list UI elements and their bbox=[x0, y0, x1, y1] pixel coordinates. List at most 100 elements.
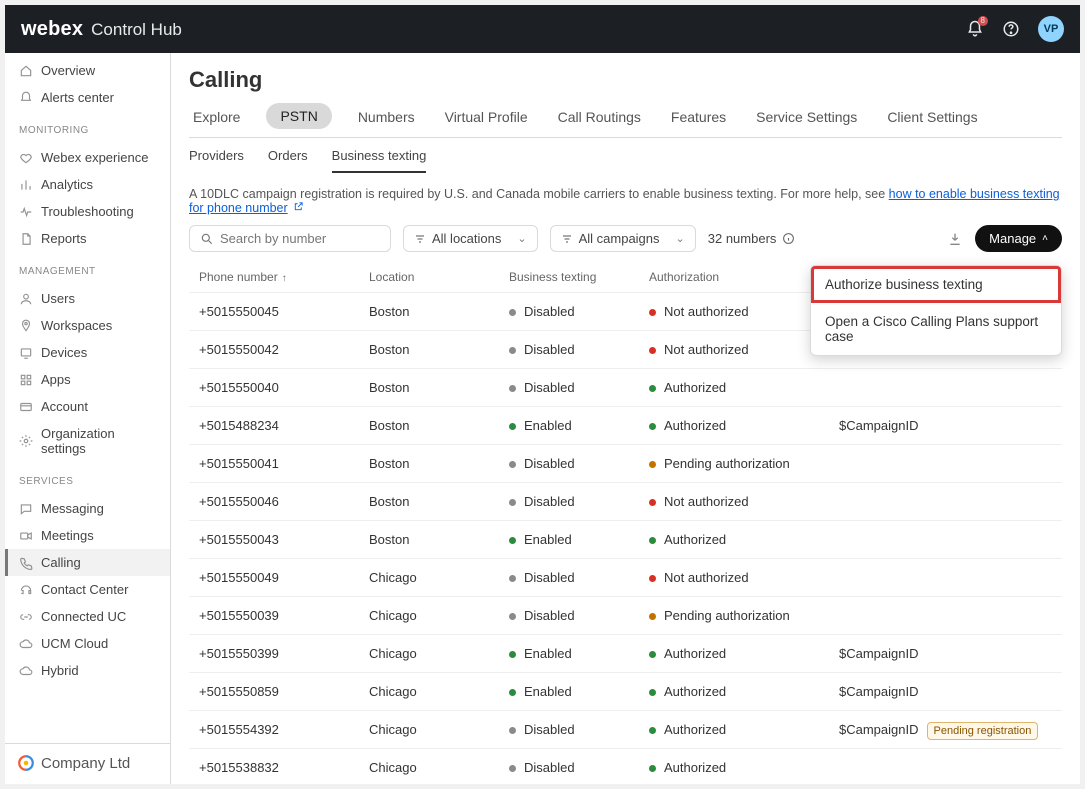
filter-locations[interactable]: All locations ⌄ bbox=[403, 225, 538, 252]
section-services: SERVICES bbox=[5, 466, 170, 491]
table-row[interactable]: +5015550049ChicagoDisabledNot authorized bbox=[189, 558, 1062, 596]
sidebar-item-analytics[interactable]: Analytics bbox=[5, 171, 170, 198]
heart-icon bbox=[19, 151, 33, 165]
cell-business-texting: Disabled bbox=[509, 722, 649, 737]
sidebar-item-troubleshooting[interactable]: Troubleshooting bbox=[5, 198, 170, 225]
status-dot bbox=[509, 385, 516, 392]
sidebar-item-reports[interactable]: Reports bbox=[5, 225, 170, 252]
cell-business-texting: Enabled bbox=[509, 418, 649, 433]
cell-phone: +5015550859 bbox=[199, 684, 369, 699]
cell-business-texting: Disabled bbox=[509, 342, 649, 357]
cell-business-texting: Disabled bbox=[509, 608, 649, 623]
status-dot bbox=[649, 385, 656, 392]
cell-authorization: Authorized bbox=[649, 760, 839, 775]
chat-icon bbox=[19, 502, 33, 516]
phone-icon bbox=[19, 556, 33, 570]
table-row[interactable]: +5015488234BostonEnabledAuthorized$Campa… bbox=[189, 406, 1062, 444]
sidebar-item-account[interactable]: Account bbox=[5, 393, 170, 420]
card-icon bbox=[19, 400, 33, 414]
device-icon bbox=[19, 346, 33, 360]
subtab-business-texting[interactable]: Business texting bbox=[332, 148, 427, 173]
table-row[interactable]: +5015550039ChicagoDisabledPending author… bbox=[189, 596, 1062, 634]
cell-campaign: $CampaignID bbox=[839, 646, 1039, 661]
section-monitoring: MONITORING bbox=[5, 115, 170, 140]
table-row[interactable]: +5015550399ChicagoEnabledAuthorized$Camp… bbox=[189, 634, 1062, 672]
sidebar-item-alerts-center[interactable]: Alerts center bbox=[5, 84, 170, 111]
tab-call-routings[interactable]: Call Routings bbox=[554, 101, 645, 137]
doc-icon bbox=[19, 232, 33, 246]
sidebar-item-organization-settings[interactable]: Organization settings bbox=[5, 420, 170, 462]
cell-campaign: $CampaignIDPending registration bbox=[839, 722, 1039, 737]
tab-explore[interactable]: Explore bbox=[189, 101, 244, 137]
dropdown-authorize[interactable]: Authorize business texting bbox=[811, 266, 1061, 303]
sidebar-item-contact-center[interactable]: Contact Center bbox=[5, 576, 170, 603]
cell-phone: +5015550049 bbox=[199, 570, 369, 585]
cell-authorization: Pending authorization bbox=[649, 608, 839, 623]
external-link-icon bbox=[293, 201, 304, 215]
sidebar-item-users[interactable]: Users bbox=[5, 285, 170, 312]
main-tabs: Explore PSTN Numbers Virtual Profile Call Ro… bbox=[189, 101, 1062, 138]
sidebar-item-webex-experience[interactable]: Webex experience bbox=[5, 144, 170, 171]
col-business-texting[interactable]: Business texting bbox=[509, 270, 649, 284]
filter-campaigns[interactable]: All campaigns ⌄ bbox=[550, 225, 696, 252]
top-bar: webex Control Hub 8 VP bbox=[5, 5, 1080, 53]
tab-pstn[interactable]: PSTN bbox=[266, 103, 331, 129]
table-row[interactable]: +5015550859ChicagoEnabledAuthorized$Camp… bbox=[189, 672, 1062, 710]
tab-client-settings[interactable]: Client Settings bbox=[883, 101, 981, 137]
bars-icon bbox=[19, 178, 33, 192]
dropdown-support-case[interactable]: Open a Cisco Calling Plans support case bbox=[811, 303, 1061, 355]
sidebar-item-connected-uc[interactable]: Connected UC bbox=[5, 603, 170, 630]
sort-asc-icon: ↑ bbox=[282, 273, 287, 284]
cell-campaign: $CampaignID bbox=[839, 684, 1039, 699]
subtab-providers[interactable]: Providers bbox=[189, 148, 244, 173]
info-text: A 10DLC campaign registration is require… bbox=[189, 187, 889, 201]
table-row[interactable]: +5015538832ChicagoDisabledAuthorized bbox=[189, 748, 1062, 784]
col-location[interactable]: Location bbox=[369, 270, 509, 284]
bell-icon[interactable]: 8 bbox=[966, 20, 984, 38]
sidebar-item-devices[interactable]: Devices bbox=[5, 339, 170, 366]
brand-light: Control Hub bbox=[91, 20, 182, 40]
video-icon bbox=[19, 529, 33, 543]
manage-button[interactable]: Manage ˄ bbox=[975, 225, 1062, 252]
cell-authorization: Authorized bbox=[649, 684, 839, 699]
search-input[interactable]: Search by number bbox=[189, 225, 391, 252]
cell-location: Boston bbox=[369, 304, 509, 319]
sidebar: OverviewAlerts center MONITORING Webex e… bbox=[5, 53, 171, 784]
tab-numbers[interactable]: Numbers bbox=[354, 101, 419, 137]
cell-location: Boston bbox=[369, 342, 509, 357]
cell-authorization: Not authorized bbox=[649, 570, 839, 585]
avatar[interactable]: VP bbox=[1038, 16, 1064, 42]
sidebar-item-meetings[interactable]: Meetings bbox=[5, 522, 170, 549]
info-icon[interactable] bbox=[782, 232, 795, 245]
sidebar-item-apps[interactable]: Apps bbox=[5, 366, 170, 393]
subtab-orders[interactable]: Orders bbox=[268, 148, 308, 173]
sidebar-item-calling[interactable]: Calling bbox=[5, 549, 170, 576]
table-row[interactable]: +5015550046BostonDisabledNot authorized bbox=[189, 482, 1062, 520]
status-dot bbox=[649, 423, 656, 430]
table-row[interactable]: +5015550043BostonEnabledAuthorized bbox=[189, 520, 1062, 558]
sidebar-item-ucm-cloud[interactable]: UCM Cloud bbox=[5, 630, 170, 657]
status-dot bbox=[649, 499, 656, 506]
download-icon[interactable] bbox=[947, 231, 963, 247]
sidebar-item-workspaces[interactable]: Workspaces bbox=[5, 312, 170, 339]
tab-features[interactable]: Features bbox=[667, 101, 730, 137]
cell-authorization: Authorized bbox=[649, 646, 839, 661]
table-row[interactable]: +5015554392ChicagoDisabledAuthorized$Cam… bbox=[189, 710, 1062, 748]
help-icon[interactable] bbox=[1002, 20, 1020, 38]
sidebar-item-overview[interactable]: Overview bbox=[5, 57, 170, 84]
col-phone[interactable]: Phone number↑ bbox=[199, 270, 369, 284]
sidebar-item-hybrid[interactable]: Hybrid bbox=[5, 657, 170, 684]
tab-service-settings[interactable]: Service Settings bbox=[752, 101, 861, 137]
cell-location: Boston bbox=[369, 532, 509, 547]
tab-virtual-profile[interactable]: Virtual Profile bbox=[441, 101, 532, 137]
cell-location: Boston bbox=[369, 380, 509, 395]
cell-location: Chicago bbox=[369, 570, 509, 585]
cell-location: Boston bbox=[369, 418, 509, 433]
link-icon bbox=[19, 610, 33, 624]
bell-icon bbox=[19, 91, 33, 105]
table-row[interactable]: +5015550041BostonDisabledPending authori… bbox=[189, 444, 1062, 482]
sidebar-item-messaging[interactable]: Messaging bbox=[5, 495, 170, 522]
cell-location: Chicago bbox=[369, 722, 509, 737]
table-row[interactable]: +5015550040BostonDisabledAuthorized bbox=[189, 368, 1062, 406]
chevron-down-icon: ⌄ bbox=[517, 232, 526, 245]
